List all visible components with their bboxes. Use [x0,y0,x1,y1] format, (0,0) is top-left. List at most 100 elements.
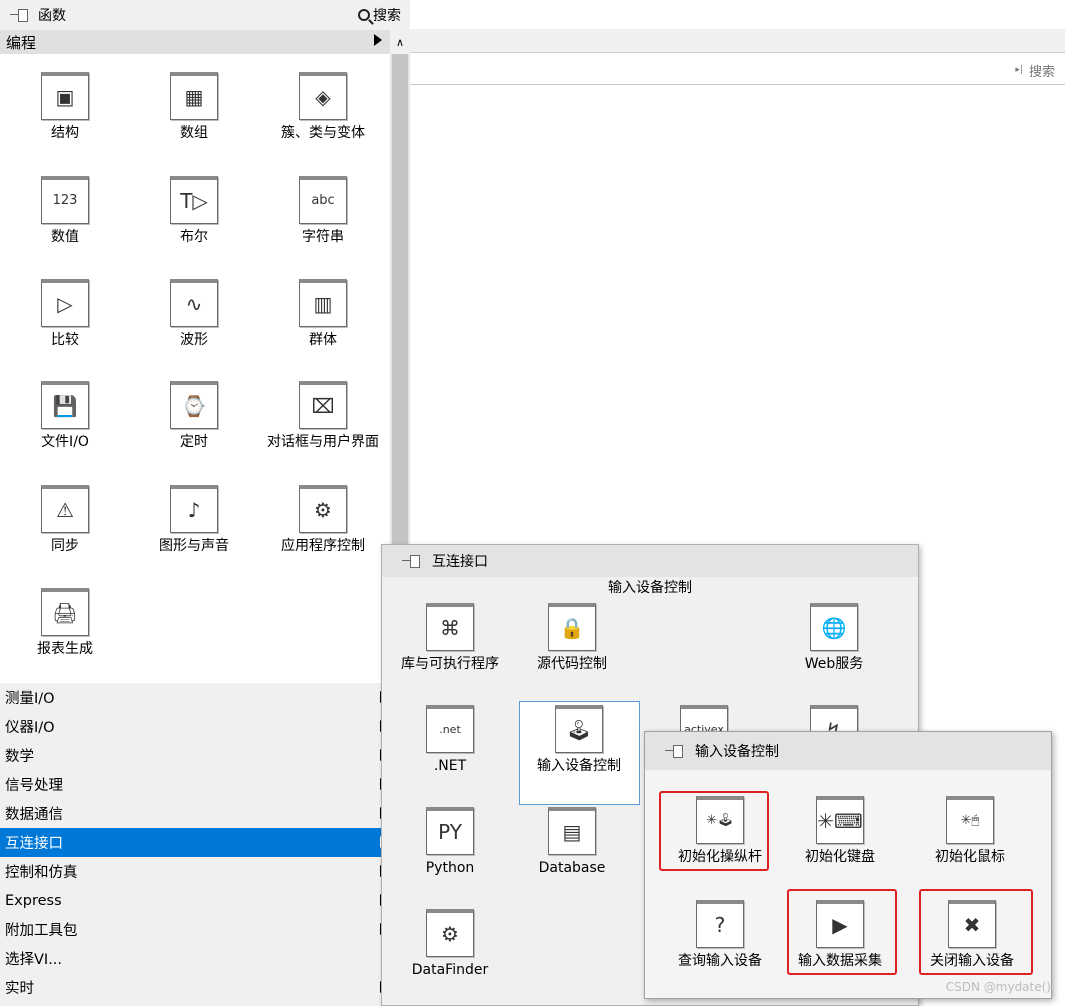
array-icon: ▦ [170,72,218,120]
palette-item[interactable]: 🖨 报表生成 [0,588,130,659]
category-item[interactable]: 测量I/O [0,683,390,712]
string-icon: abc [299,176,347,224]
interconnect-item[interactable]: 🕹 输入设备控制 [519,705,639,776]
category-arrow-icon [374,34,382,46]
category-item[interactable]: 数学 [0,741,390,770]
input-device-item[interactable]: ✳🖱 初始化鼠标 [905,796,1035,867]
interconnect-item[interactable]: 🌐 Web服务 [774,603,894,674]
palette-item[interactable]: ◈ 簇、类与变体 [258,72,388,143]
palette-item[interactable]: ▥ 群体 [258,279,388,350]
structure-icon: ▣ [41,72,89,120]
palette-item[interactable]: 💾 文件I/O [0,381,130,452]
input-device-item[interactable]: ? 查询输入设备 [655,900,785,971]
interconnect-subtitle: 输入设备控制 [608,580,692,596]
init-mouse-icon: ✳🖱 [946,796,994,844]
palette-item[interactable]: ▣ 结构 [0,72,130,143]
scroll-up-button[interactable]: ∧ [390,30,410,54]
interconnect-item-label: Python [425,860,475,876]
palette-item-label: 字符串 [302,229,344,245]
graphics-sound-icon: ♪ [170,485,218,533]
input-device-item[interactable]: ✳⌨ 初始化键盘 [775,796,905,867]
category-item[interactable]: 附加工具包 [0,915,390,944]
cluster-class-variant-icon: ◈ [299,72,347,120]
init-mouse-icon-glyph: ✳🖱 [960,813,980,828]
pin-icon[interactable] [400,553,422,569]
category-item[interactable]: 互连接口 [0,828,390,857]
synchronization-group-icon-glyph: ▥ [313,292,333,316]
highlight-box [787,889,897,975]
pin-icon[interactable] [8,7,30,23]
palette-item-label: 文件I/O [41,434,89,450]
palette-item[interactable]: ▷ 比较 [0,279,130,350]
palette-item[interactable]: T▷ 布尔 [129,176,259,247]
palette-item[interactable]: ⌧ 对话框与用户界面 [258,381,388,452]
category-label: Express [5,892,62,909]
interconnect-item[interactable]: .net .NET [390,705,510,776]
graphics-sound-icon-glyph: ♪ [187,498,201,522]
palette-item[interactable]: ∿ 波形 [129,279,259,350]
palette-item[interactable]: ▦ 数组 [129,72,259,143]
interconnect-item-label: 源代码控制 [537,656,607,672]
query-input-device-icon: ? [696,900,744,948]
datafinder-gear-icon: ⚙ [426,909,474,957]
palette-item[interactable]: ⌚ 定时 [129,381,259,452]
synchronization-group-icon: ▥ [299,279,347,327]
web-services-icon-glyph: 🌐 [821,616,847,640]
palette-item-label: 波形 [180,332,208,348]
python-icon: PY [426,807,474,855]
category-label: 互连接口 [5,836,63,852]
timing-watch-icon: ⌚ [170,381,218,429]
category-label: 数据通信 [5,807,63,823]
category-item[interactable]: 数据通信 [0,799,390,828]
interconnect-item[interactable]: ▤ Database [512,807,632,878]
report-generation-icon-glyph: 🖨 [52,601,78,625]
current-category-bar[interactable]: 编程 [0,30,410,54]
category-item[interactable]: Express [0,886,390,915]
comparison-icon-glyph: ▷ [57,292,73,316]
background-search-label: 搜索 [1028,64,1055,80]
palette-item[interactable]: ♪ 图形与声音 [129,485,259,556]
interconnect-item[interactable]: ⚙ DataFinder [390,909,510,980]
interconnect-title: 互连接口 [432,554,488,570]
palette-item[interactable]: abc 字符串 [258,176,388,247]
palette-item[interactable]: ⚠ 同步 [0,485,130,556]
python-icon-glyph: PY [438,820,462,844]
category-item[interactable]: 控制和仿真 [0,857,390,886]
category-label: 信号处理 [5,778,63,794]
synchronization-icon-glyph: ⚠ [56,498,74,522]
source-control-icon-glyph: 🔒 [559,616,585,640]
init-keyboard-icon-glyph: ✳⌨ [817,809,863,833]
category-item[interactable]: 信号处理 [0,770,390,799]
input-device-item-label: 查询输入设备 [678,953,762,969]
category-item[interactable]: 选择VI... [0,944,390,973]
palette-search-label: 搜索 [373,8,401,24]
interconnect-item[interactable]: PY Python [390,807,510,878]
category-label: 控制和仿真 [5,865,78,881]
interconnect-item[interactable]: ⌘ 库与可执行程序 [390,603,510,674]
synchronization-icon: ⚠ [41,485,89,533]
libraries-executables-icon-glyph: ⌘ [440,616,460,640]
query-input-device-icon-glyph: ? [714,913,726,937]
interconnect-item-label: DataFinder [411,962,489,978]
boolean-icon: T▷ [170,176,218,224]
palette-item[interactable]: ⚙ 应用程序控制 [258,485,388,556]
file-io-icon-glyph: 💾 [52,394,78,418]
palette-item-label: 定时 [180,434,208,450]
palette-title: 函数 [38,8,66,24]
dotnet-icon: .net [426,705,474,753]
current-category-label: 编程 [6,33,37,52]
search-icon [358,9,370,21]
timing-watch-icon-glyph: ⌚ [181,394,207,418]
category-item[interactable]: 实时 [0,973,390,1002]
pin-icon[interactable] [663,743,685,759]
init-keyboard-icon: ✳⌨ [816,796,864,844]
category-item[interactable]: 仪器I/O [0,712,390,741]
numeric-icon-glyph: 123 [52,193,78,208]
palette-search-button[interactable]: 搜索 [358,4,401,26]
dropdown-arrow-icon: ▸| [1015,65,1023,75]
interconnect-item[interactable]: 🔒 源代码控制 [512,603,632,674]
divider [410,84,1065,85]
background-search[interactable]: ▸| 搜索 [1015,57,1065,83]
scrollbar-thumb[interactable] [392,54,408,574]
palette-item[interactable]: 123 数值 [0,176,130,247]
